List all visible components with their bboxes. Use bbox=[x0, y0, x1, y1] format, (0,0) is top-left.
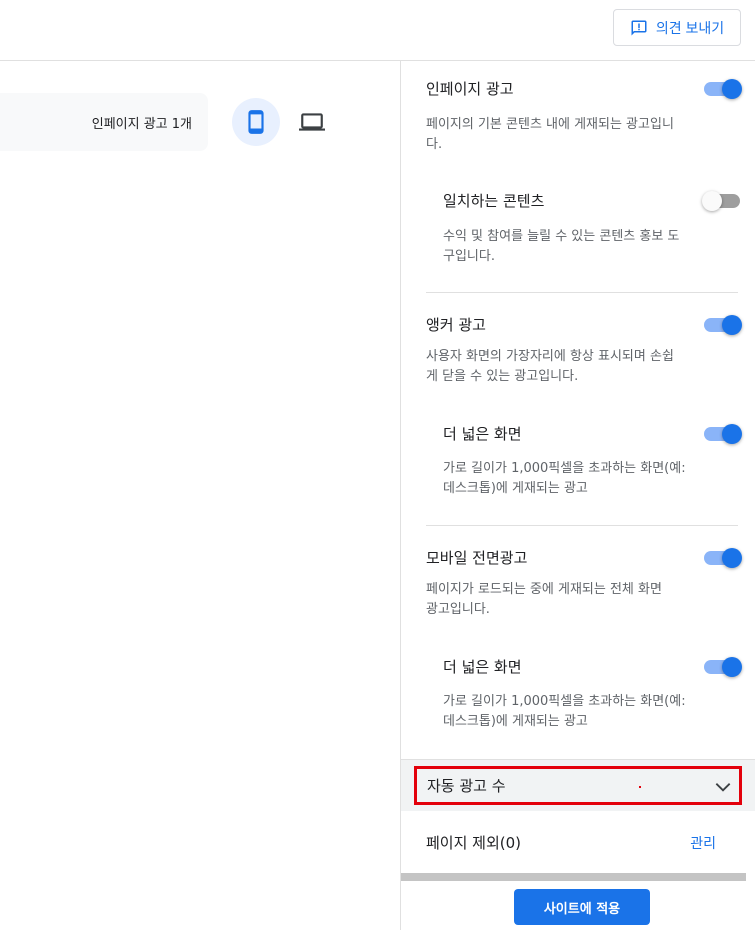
matched-content-toggle[interactable] bbox=[702, 191, 740, 211]
vignette-ads-title: 모바일 전면광고 bbox=[426, 549, 528, 567]
section-divider bbox=[426, 525, 738, 526]
anchor-ads-toggle[interactable] bbox=[704, 315, 742, 335]
page-exclusions-label: 페이지 제외(0) bbox=[426, 834, 522, 852]
vignette-wider-screen-title: 더 넓은 화면 bbox=[443, 658, 522, 676]
vignette-ads-desc: 페이지가 로드되는 중에 게재되는 전체 화면 광고입니다. bbox=[426, 582, 662, 617]
toggle-knob bbox=[722, 548, 742, 568]
inpage-count-label: 인페이지 광고 1개 bbox=[91, 116, 192, 132]
marker-dot bbox=[639, 786, 641, 788]
auto-ad-count-label: 자동 광고 수 bbox=[427, 777, 506, 795]
anchor-wider-screen-toggle[interactable] bbox=[704, 424, 742, 444]
top-bar: 의견 보내기 bbox=[0, 0, 755, 61]
anchor-wider-screen-title: 더 넓은 화면 bbox=[443, 425, 522, 443]
toggle-knob bbox=[722, 657, 742, 677]
desktop-preview-button[interactable] bbox=[288, 98, 336, 146]
send-feedback-button[interactable]: 의견 보내기 bbox=[613, 9, 741, 46]
inpage-ads-desc: 페이지의 기본 콘텐츠 내에 게재되는 광고입니다. bbox=[426, 117, 674, 152]
anchor-ads-desc: 사용자 화면의 가장자리에 항상 표시되며 손쉽게 닫을 수 있는 광고입니다. bbox=[426, 349, 674, 384]
auto-ad-count-row: 자동 광고 수 bbox=[401, 759, 755, 811]
vignette-wider-screen-desc: 가로 길이가 1,000픽셀을 초과하는 화면(예: 데스크톱)에 게재되는 광… bbox=[443, 694, 686, 729]
toggle-knob bbox=[722, 79, 742, 99]
inpage-ads-section: 인페이지 광고 페이지의 기본 콘텐츠 내에 게재되는 광고입니다. 일치하는 … bbox=[426, 78, 742, 298]
toggle-knob bbox=[722, 424, 742, 444]
feedback-icon bbox=[631, 20, 647, 35]
anchor-ads-title: 앵커 광고 bbox=[426, 316, 486, 334]
anchor-wider-screen-desc: 가로 길이가 1,000픽셀을 초과하는 화면(예: 데스크톱)에 게재되는 광… bbox=[443, 461, 686, 496]
horizontal-scrollbar[interactable] bbox=[401, 873, 746, 881]
manage-exclusions-link[interactable]: 관리 bbox=[690, 833, 716, 853]
inpage-ads-toggle[interactable] bbox=[704, 79, 742, 99]
matched-content-title: 일치하는 콘텐츠 bbox=[443, 192, 545, 210]
section-divider bbox=[426, 292, 738, 293]
send-feedback-label: 의견 보내기 bbox=[655, 19, 725, 36]
chevron-down-icon bbox=[715, 783, 731, 792]
page-exclusions-row: 페이지 제외(0) 관리 bbox=[401, 811, 755, 873]
toggle-knob bbox=[722, 315, 742, 335]
mobile-preview-button[interactable] bbox=[232, 98, 280, 146]
auto-ad-count-expander[interactable]: 자동 광고 수 bbox=[414, 766, 742, 805]
smartphone-icon bbox=[248, 110, 264, 134]
toggle-knob bbox=[702, 191, 722, 211]
anchor-ads-section: 앵커 광고 사용자 화면의 가장자리에 항상 표시되며 손쉽게 닫을 수 있는 … bbox=[426, 314, 742, 534]
matched-content-desc: 수익 및 참여를 늘릴 수 있는 콘텐츠 홍보 도구입니다. bbox=[443, 229, 680, 264]
vignette-ads-section: 모바일 전면광고 페이지가 로드되는 중에 게재되는 전체 화면 광고입니다. … bbox=[426, 547, 742, 767]
vignette-ads-toggle[interactable] bbox=[704, 548, 742, 568]
laptop-icon bbox=[299, 113, 325, 131]
apply-to-site-button[interactable]: 사이트에 적용 bbox=[514, 889, 650, 925]
ad-count-pill: 인페이지 광고 1개 bbox=[0, 93, 208, 151]
inpage-ads-title: 인페이지 광고 bbox=[426, 80, 514, 98]
ad-settings-panel: 인페이지 광고 페이지의 기본 콘텐츠 내에 게재되는 광고입니다. 일치하는 … bbox=[400, 61, 755, 930]
vignette-wider-screen-toggle[interactable] bbox=[704, 657, 742, 677]
